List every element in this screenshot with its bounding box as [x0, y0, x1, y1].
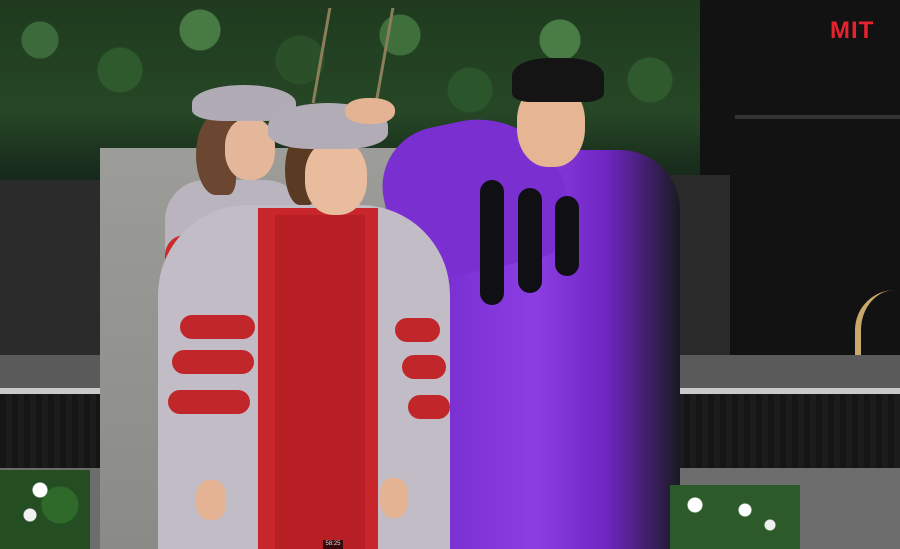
backdrop-rail: [735, 115, 900, 119]
mit-logo: MIT: [830, 17, 875, 44]
flower-planter-left: [0, 470, 90, 549]
sleeve-stripe: [180, 315, 255, 339]
sleeve-stripe: [402, 355, 446, 379]
professor-hand: [345, 98, 395, 124]
graduate-hand-left: [196, 480, 226, 520]
sleeve-stripe: [395, 318, 440, 342]
graduate-hand-right: [380, 478, 408, 518]
sleeve-stripe: [168, 390, 250, 414]
sleeve-stripe: [172, 350, 254, 374]
ceremony-scene: [0, 0, 900, 549]
robe-velvet-stripe: [518, 188, 542, 293]
graduate-face: [305, 140, 367, 215]
robe-velvet-stripe: [555, 196, 579, 276]
graduate-robe-velvet: [275, 215, 365, 549]
robe-velvet-stripe: [480, 180, 504, 305]
professor-cap: [512, 58, 604, 102]
flower-planter-right: [670, 485, 800, 549]
sleeve-stripe: [408, 395, 450, 419]
video-timestamp: 58:25: [323, 540, 343, 549]
